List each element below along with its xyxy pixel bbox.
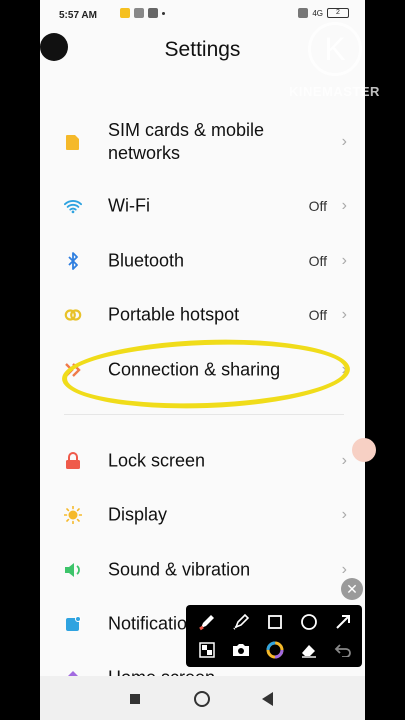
chevron-right-icon: › — [341, 452, 347, 469]
wifi-icon — [64, 197, 82, 215]
bluetooth-icon — [64, 252, 82, 270]
chevron-right-icon: › — [341, 197, 347, 214]
navigation-bar — [40, 676, 365, 720]
undo-icon[interactable] — [332, 639, 354, 661]
chevron-right-icon: › — [341, 561, 347, 578]
chevron-right-icon: › — [341, 133, 347, 150]
settings-item-wifi[interactable]: Wi-Fi Off › — [40, 182, 365, 230]
lock-icon — [64, 452, 82, 470]
settings-item-label: Sound & vibration — [108, 559, 251, 580]
notification-icon — [64, 615, 82, 633]
kinemaster-logo-icon: K — [308, 22, 362, 76]
rectangle-icon[interactable] — [264, 611, 286, 633]
settings-item-label: Portable hotspot — [108, 304, 240, 325]
hotspot-status: Off — [308, 307, 327, 323]
status-time: 5:57 AM — [59, 10, 97, 21]
floating-bubble[interactable] — [352, 438, 376, 462]
marker-icon[interactable] — [230, 611, 252, 633]
pen-icon[interactable] — [196, 611, 218, 633]
settings-item-label: Bluetooth — [108, 250, 185, 271]
battery-icon: 2 — [327, 8, 349, 18]
settings-item-sim[interactable]: SIM cards & mobile networks › — [40, 116, 365, 168]
hotspot-icon — [64, 306, 82, 324]
settings-item-sound[interactable]: Sound & vibration › — [40, 546, 365, 594]
bluetooth-status: Off — [308, 253, 327, 269]
wifi-status: Off — [308, 198, 327, 214]
close-toolbar-button[interactable]: ✕ — [341, 578, 363, 600]
chevron-right-icon: › — [341, 252, 347, 269]
circle-icon[interactable] — [298, 611, 320, 633]
mosaic-icon[interactable] — [196, 639, 218, 661]
settings-item-label: SIM cards & mobile networks — [108, 120, 265, 163]
settings-item-hotspot[interactable]: Portable hotspot Off › — [40, 291, 365, 339]
sim-card-icon — [64, 133, 82, 151]
gallery-status-icon — [148, 8, 158, 18]
settings-item-bluetooth[interactable]: Bluetooth Off › — [40, 237, 365, 285]
camera-icon[interactable] — [230, 639, 252, 661]
watermark-text: KINEMASTER — [289, 84, 380, 99]
lock-status-icon — [120, 8, 130, 18]
color-picker-icon[interactable] — [264, 639, 286, 661]
settings-item-label: Display — [108, 504, 168, 525]
home-button[interactable] — [194, 691, 210, 707]
back-button[interactable] — [262, 692, 273, 706]
sun-icon — [64, 506, 82, 524]
eraser-icon[interactable] — [298, 639, 320, 661]
drawing-toolbar — [186, 605, 362, 667]
x-status-icon — [298, 8, 309, 18]
image-status-icon — [134, 8, 144, 18]
chevron-right-icon: › — [341, 506, 347, 523]
chevron-right-icon: › — [341, 306, 347, 323]
section-divider — [64, 414, 344, 415]
settings-item-label: Wi-Fi — [108, 195, 150, 216]
settings-item-lock-screen[interactable]: Lock screen › — [40, 437, 365, 485]
signal-icon: 4G — [312, 8, 323, 18]
dot-status-icon — [162, 12, 165, 15]
arrow-icon[interactable] — [332, 611, 354, 633]
recents-button[interactable] — [130, 694, 140, 704]
settings-item-display[interactable]: Display › — [40, 491, 365, 539]
settings-item-label: Lock screen — [108, 450, 206, 471]
status-bar: 5:57 AM 4G 2 — [40, 0, 365, 30]
speaker-icon — [64, 561, 82, 579]
